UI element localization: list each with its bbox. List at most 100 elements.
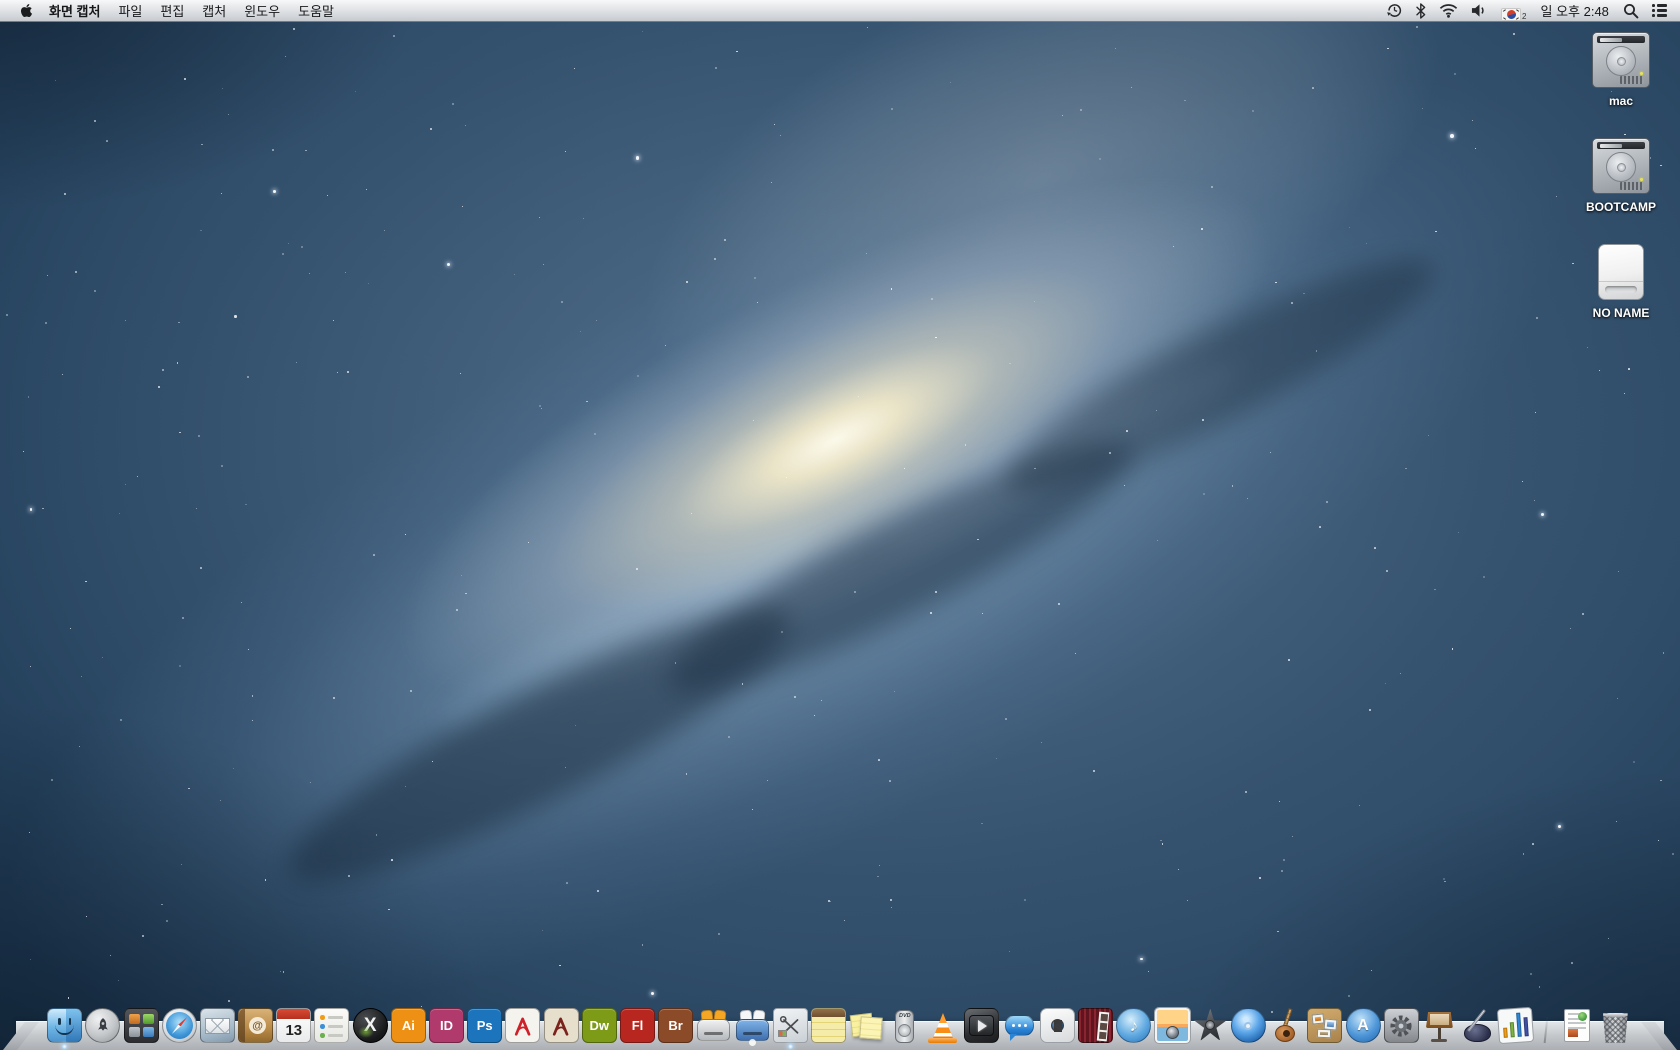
dock-icon-itunes[interactable]: ♪	[1116, 1008, 1152, 1043]
dock-icon-numbers[interactable]	[1497, 1006, 1535, 1045]
menu-app-name[interactable]: 화면 캡처	[40, 0, 109, 21]
dock-icon-stickies[interactable]	[849, 1008, 884, 1043]
dock-icon-video-converter[interactable]	[735, 1008, 770, 1046]
removable-drive-icon	[1598, 244, 1644, 300]
dock: @13 X Ai ID Ps Dw Fl Br DVD ♪ A	[0, 992, 1680, 1050]
star	[1540, 512, 1544, 516]
dock-icon-toast-titanium[interactable]	[696, 1008, 731, 1043]
dock-icon-bridge[interactable]: Br	[658, 1008, 694, 1043]
spotlight-menu[interactable]	[1620, 0, 1642, 21]
dock-icon-dreamweaver[interactable]: Dw	[581, 1008, 617, 1043]
star	[292, 27, 295, 30]
star	[1009, 362, 1011, 364]
dock-icon-photo-booth[interactable]	[1078, 1008, 1114, 1043]
wifi-icon	[1439, 4, 1458, 18]
star	[637, 375, 639, 377]
star	[240, 601, 242, 603]
star	[566, 882, 568, 884]
star	[1074, 652, 1076, 655]
running-indicator	[787, 1044, 793, 1049]
hard-drive-icon	[1592, 138, 1650, 194]
menu-window[interactable]: 윈도우	[235, 0, 289, 21]
dock-icon-idvd[interactable]	[1230, 1008, 1266, 1043]
star	[1287, 659, 1290, 662]
star	[200, 229, 202, 232]
star	[559, 964, 561, 966]
dock-icon-grab-screen-capture[interactable]	[772, 1008, 808, 1049]
dock-icon-vlc[interactable]	[925, 1008, 960, 1043]
menu-edit[interactable]: 편집	[151, 0, 193, 21]
desktop-drive-mac[interactable]: mac	[1576, 32, 1666, 108]
dock-icon-imovie[interactable]	[1193, 1008, 1228, 1043]
dock-icon-reminders[interactable]	[314, 1008, 350, 1043]
star	[1290, 301, 1293, 304]
input-source-menu[interactable]: 2	[1498, 0, 1529, 21]
star	[234, 315, 237, 318]
star	[375, 834, 377, 836]
dock-icon-documents-stack[interactable]	[1560, 1008, 1595, 1043]
star	[1450, 134, 1454, 138]
dock-icon-indesign[interactable]: ID	[429, 1008, 465, 1043]
dock-icon-iphoto[interactable]	[1153, 1007, 1191, 1044]
dock-icon-pages[interactable]	[1460, 1008, 1495, 1043]
time-machine-menu[interactable]	[1383, 0, 1406, 21]
drive-label: mac	[1608, 94, 1634, 108]
spotlight-icon	[1623, 3, 1639, 18]
star	[929, 612, 932, 615]
dock-icon-quicktime-player[interactable]	[963, 1008, 999, 1043]
dock-icon-quarkxpress[interactable]: X	[352, 1008, 388, 1043]
dock-icon-safari[interactable]	[161, 1008, 197, 1043]
dock-icon-garageband[interactable]	[1269, 1007, 1304, 1043]
star	[332, 319, 334, 321]
star	[1513, 32, 1515, 35]
dock-icon-iweb[interactable]	[1307, 1008, 1343, 1043]
menu-file[interactable]: 파일	[109, 0, 151, 21]
desktop-drive-bootcamp[interactable]: BOOTCAMP	[1576, 138, 1666, 214]
star	[118, 979, 119, 981]
dock-icon-photoshop[interactable]: Ps	[467, 1008, 503, 1043]
star	[1384, 683, 1386, 684]
star	[1529, 972, 1532, 975]
star	[773, 123, 775, 125]
star	[752, 808, 753, 810]
star	[1211, 185, 1213, 188]
dock-icon-calendar[interactable]: 13	[276, 1008, 312, 1043]
bluetooth-menu[interactable]	[1413, 0, 1429, 21]
dock-icon-launchpad[interactable]	[85, 1008, 121, 1043]
dock-icon-finder[interactable]	[47, 1008, 83, 1049]
star	[541, 929, 543, 931]
dock-icon-facetime[interactable]	[1040, 1008, 1076, 1043]
dock-icon-mission-control[interactable]	[123, 1008, 159, 1043]
dock-icon-acrobat-distiller[interactable]	[543, 1008, 579, 1043]
star	[1623, 392, 1625, 394]
desktop-drive-no-name[interactable]: NO NAME	[1576, 244, 1666, 320]
star	[786, 476, 787, 478]
dock-icon-mail[interactable]	[199, 1008, 235, 1043]
dock-icon-trash[interactable]	[1598, 1008, 1633, 1043]
dock-icon-notes[interactable]	[810, 1008, 846, 1043]
star	[664, 344, 666, 346]
star	[391, 859, 393, 861]
volume-menu[interactable]	[1468, 0, 1491, 21]
dock-icon-flash[interactable]: Fl	[619, 1008, 655, 1043]
dock-items: @13 X Ai ID Ps Dw Fl Br DVD ♪ A	[0, 1006, 1680, 1049]
apple-menu[interactable]	[20, 3, 34, 19]
menu-capture[interactable]: 캡처	[193, 0, 235, 21]
dock-icon-illustrator[interactable]: Ai	[390, 1008, 426, 1043]
dock-icon-messages[interactable]	[1002, 1008, 1037, 1043]
dock-icon-keynote[interactable]	[1422, 1008, 1457, 1043]
star	[931, 297, 933, 300]
dock-icon-dvd-player[interactable]: DVD	[887, 1008, 922, 1043]
wifi-menu[interactable]	[1436, 0, 1461, 21]
star	[889, 780, 891, 782]
dock-icon-system-preferences[interactable]	[1383, 1008, 1419, 1043]
dock-icon-app-store[interactable]: A	[1345, 1008, 1381, 1043]
star	[1616, 697, 1618, 699]
dock-icon-contacts[interactable]: @	[238, 1008, 274, 1043]
star	[461, 205, 463, 207]
menu-help[interactable]: 도움말	[289, 0, 343, 21]
menu-clock[interactable]: 일 오후 2:48	[1537, 0, 1613, 21]
dock-icon-acrobat[interactable]	[505, 1008, 541, 1043]
notification-center-menu[interactable]	[1649, 0, 1670, 21]
star	[404, 785, 406, 787]
